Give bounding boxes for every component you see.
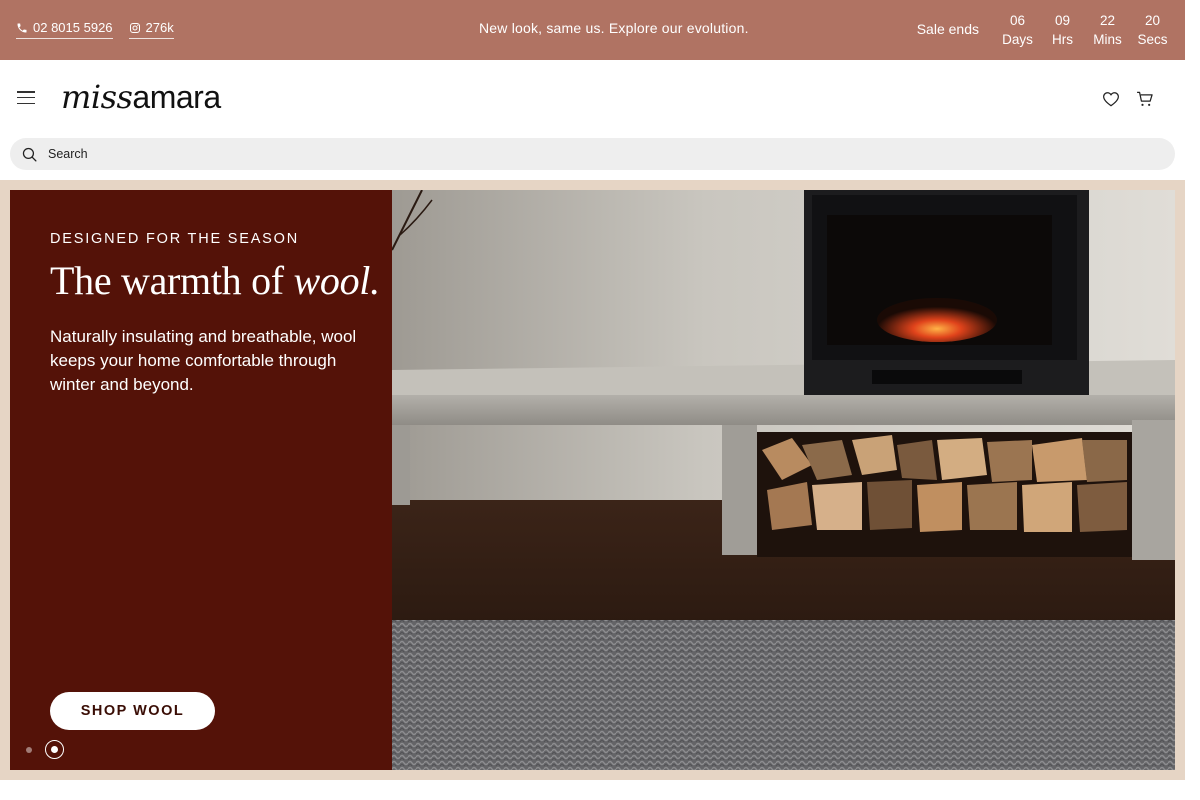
countdown-unit: Hrs <box>1052 32 1073 47</box>
hero-illustration <box>392 190 1175 770</box>
menu-line <box>17 96 35 99</box>
search-input[interactable] <box>48 147 1048 161</box>
countdown-value: 06 <box>1009 13 1026 28</box>
menu-line <box>17 91 35 93</box>
site-header: missamara <box>0 60 1185 138</box>
promo-message[interactable]: New look, same us. Explore our evolution… <box>479 20 749 36</box>
phone-icon <box>17 23 27 32</box>
menu-icon[interactable] <box>17 91 35 105</box>
phone-link[interactable]: 02 8015 5926 <box>16 20 113 39</box>
search-icon <box>22 147 37 162</box>
announcement-bar: 02 8015 5926 276k New look, same us. Exp… <box>0 0 1185 60</box>
instagram-icon <box>129 22 140 33</box>
sale-label: Sale ends <box>916 21 979 37</box>
phone-number: 02 8015 5926 <box>33 20 113 35</box>
slide-dot-2-active[interactable] <box>45 740 64 759</box>
header-actions <box>1101 89 1155 109</box>
hero-image-fireplace-wool-rug[interactable] <box>392 190 1175 770</box>
instagram-count: 276k <box>145 20 174 35</box>
countdown-hours: 09 Hrs <box>1040 11 1085 49</box>
countdown-value: 09 <box>1054 13 1071 28</box>
countdown-seconds: 20 Secs <box>1130 11 1175 49</box>
instagram-link[interactable]: 276k <box>128 20 174 39</box>
search-bar <box>10 138 1175 170</box>
hero-section: DESIGNED FOR THE SEASON The warmth of wo… <box>0 180 1185 780</box>
heart-icon[interactable] <box>1101 89 1121 109</box>
logo-part-miss: miss <box>61 78 133 116</box>
countdown-unit: Secs <box>1137 32 1168 47</box>
logo[interactable]: missamara <box>61 77 221 117</box>
countdown-unit: Days <box>1002 32 1033 47</box>
sale-countdown: Sale ends 06 Days 09 Hrs 22 Mins 20 Secs <box>917 11 1175 49</box>
countdown-days: 06 Days <box>995 11 1040 49</box>
headline-emphasis: wool. <box>293 258 381 303</box>
slide-indicators <box>26 740 64 759</box>
contact-links: 02 8015 5926 276k <box>16 20 174 39</box>
hero-text-panel: DESIGNED FOR THE SEASON The warmth of wo… <box>10 190 392 770</box>
countdown-value: 22 <box>1099 13 1116 28</box>
countdown-unit: Mins <box>1093 32 1122 47</box>
logo-part-amara: amara <box>132 79 221 115</box>
slide-dot-1[interactable] <box>26 746 32 753</box>
hero-eyebrow: DESIGNED FOR THE SEASON <box>50 231 300 247</box>
hero-body: Naturally insulating and breathable, woo… <box>50 327 357 394</box>
headline-main: The warmth of <box>50 258 294 303</box>
countdown-value: 20 <box>1144 13 1161 28</box>
menu-line <box>17 102 35 105</box>
countdown-minutes: 22 Mins <box>1085 11 1130 49</box>
hero-headline: The warmth of wool. <box>50 258 380 304</box>
shop-wool-button[interactable]: SHOP WOOL <box>50 692 215 730</box>
cart-icon[interactable] <box>1135 89 1155 109</box>
